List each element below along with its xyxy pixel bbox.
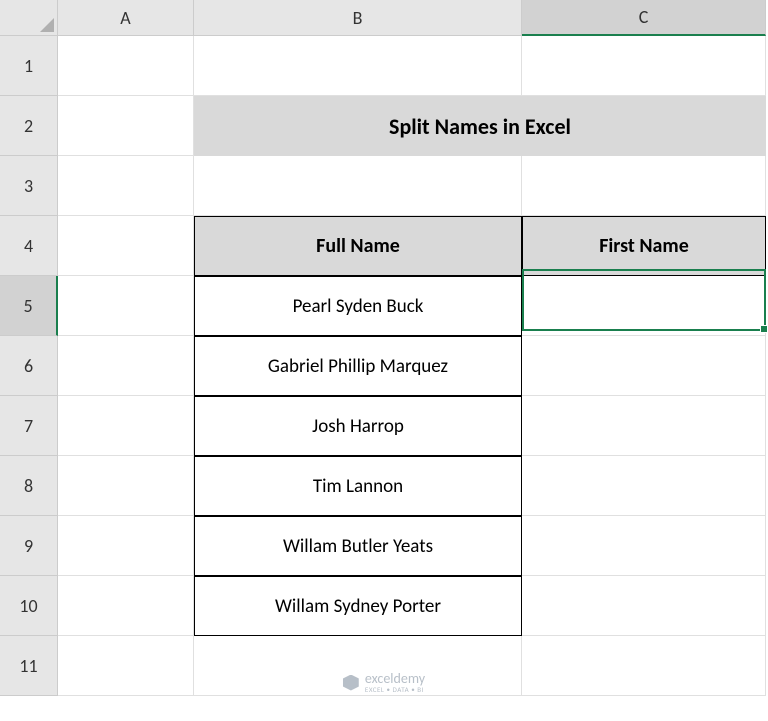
cell-a2[interactable] <box>58 96 194 156</box>
cell-c5[interactable] <box>522 276 766 336</box>
cell-c1[interactable] <box>522 36 766 96</box>
cell-a4[interactable] <box>58 216 194 276</box>
row-header-3[interactable]: 3 <box>0 156 58 216</box>
cell-b5[interactable]: Pearl Syden Buck <box>194 276 522 336</box>
cell-c8[interactable] <box>522 456 766 516</box>
row-header-9[interactable]: 9 <box>0 516 58 576</box>
watermark: exceldemy EXCEL • DATA • BI <box>343 672 425 693</box>
cell-b3[interactable] <box>194 156 522 216</box>
row-header-8[interactable]: 8 <box>0 456 58 516</box>
watermark-tagline: EXCEL • DATA • BI <box>365 686 425 693</box>
row-header-4[interactable]: 4 <box>0 216 58 276</box>
cell-a10[interactable] <box>58 576 194 636</box>
spreadsheet-grid: A B C 1 2 Split Names in Excel 3 4 Full … <box>0 0 768 696</box>
row-header-11[interactable]: 11 <box>0 636 58 696</box>
cell-a6[interactable] <box>58 336 194 396</box>
select-all-corner[interactable] <box>0 0 58 36</box>
row-header-6[interactable]: 6 <box>0 336 58 396</box>
column-header-a[interactable]: A <box>58 0 194 36</box>
row-header-5[interactable]: 5 <box>0 276 58 336</box>
cell-a8[interactable] <box>58 456 194 516</box>
cell-c10[interactable] <box>522 576 766 636</box>
cell-a7[interactable] <box>58 396 194 456</box>
title-merged-cell[interactable]: Split Names in Excel <box>194 96 766 156</box>
column-header-b[interactable]: B <box>194 0 522 36</box>
cell-c6[interactable] <box>522 336 766 396</box>
cell-c9[interactable] <box>522 516 766 576</box>
column-header-c[interactable]: C <box>522 0 766 36</box>
cell-a11[interactable] <box>58 636 194 696</box>
cell-c7[interactable] <box>522 396 766 456</box>
cell-a1[interactable] <box>58 36 194 96</box>
row-header-10[interactable]: 10 <box>0 576 58 636</box>
cell-c3[interactable] <box>522 156 766 216</box>
header-full-name[interactable]: Full Name <box>194 216 522 276</box>
cell-b9[interactable]: Willam Butler Yeats <box>194 516 522 576</box>
cell-a3[interactable] <box>58 156 194 216</box>
row-header-7[interactable]: 7 <box>0 396 58 456</box>
watermark-logo-icon <box>343 675 359 691</box>
header-first-name[interactable]: First Name <box>522 216 766 276</box>
cell-c11[interactable] <box>522 636 766 696</box>
cell-b6[interactable]: Gabriel Phillip Marquez <box>194 336 522 396</box>
cell-a9[interactable] <box>58 516 194 576</box>
watermark-brand: exceldemy <box>365 672 425 686</box>
cell-b10[interactable]: Willam Sydney Porter <box>194 576 522 636</box>
cell-b7[interactable]: Josh Harrop <box>194 396 522 456</box>
cell-b1[interactable] <box>194 36 522 96</box>
row-header-2[interactable]: 2 <box>0 96 58 156</box>
cell-b8[interactable]: Tim Lannon <box>194 456 522 516</box>
row-header-1[interactable]: 1 <box>0 36 58 96</box>
cell-a5[interactable] <box>58 276 194 336</box>
